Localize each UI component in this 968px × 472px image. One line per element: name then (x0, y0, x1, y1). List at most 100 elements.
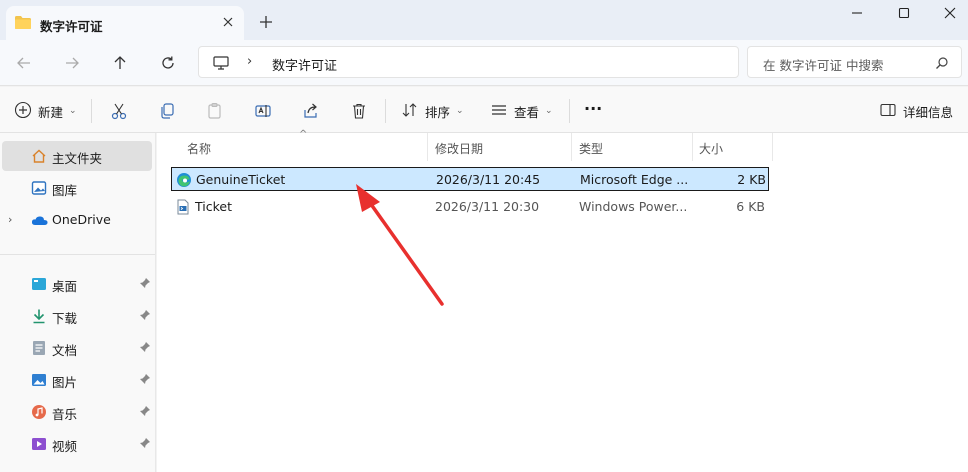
sidebar-item-desktop[interactable]: 桌面 (0, 269, 156, 299)
command-bar: 新建 ⌄ 排序 ⌄ 查看 ⌄ ··· 详细信息 (0, 87, 968, 133)
breadcrumb-current[interactable]: 数字许可证 (272, 55, 337, 74)
paste-icon[interactable] (206, 101, 224, 121)
new-button[interactable]: 新建 ⌄ (14, 101, 77, 121)
sort-button-label: 排序 (425, 104, 451, 120)
column-header: ^ 名称 修改日期 类型 大小 (157, 129, 968, 161)
column-type[interactable]: 类型 (579, 140, 603, 157)
file-type: Microsoft Edge ... (580, 172, 689, 187)
file-type: Windows Power... (579, 199, 688, 214)
sidebar-item-label: 桌面 (52, 279, 78, 294)
navigation-pane: 主文件夹 图库 › OneDrive 桌面 下载 文档 图片 音乐 视频 (0, 133, 156, 472)
column-divider[interactable] (571, 133, 572, 161)
pin-icon[interactable] (139, 309, 151, 321)
folder-icon (14, 15, 32, 33)
tab-digital-license[interactable]: 数字许可证 (6, 6, 244, 40)
cut-icon[interactable] (110, 101, 128, 121)
new-tab-icon[interactable] (258, 14, 274, 30)
file-date: 2026/3/11 20:30 (435, 199, 540, 214)
view-list-icon (490, 101, 508, 122)
navigation-bar: › 数字许可证 在 数字许可证 中搜索 (0, 40, 968, 86)
sidebar-item-music[interactable]: 音乐 (0, 397, 156, 427)
script-file-icon (175, 199, 191, 215)
pin-icon[interactable] (139, 341, 151, 353)
column-size[interactable]: 大小 (699, 140, 723, 157)
divider (569, 99, 570, 123)
sidebar-item-downloads[interactable]: 下载 (0, 301, 156, 331)
chevron-down-icon: ⌄ (69, 106, 77, 116)
column-date[interactable]: 修改日期 (435, 140, 483, 157)
computer-icon (212, 55, 230, 74)
sidebar-item-documents[interactable]: 文档 (0, 333, 156, 363)
annotation-arrow (356, 184, 444, 306)
rename-icon[interactable] (254, 101, 272, 121)
title-bar: 数字许可证 (0, 0, 968, 40)
breadcrumb-separator-icon[interactable]: › (247, 54, 252, 69)
pin-icon[interactable] (139, 437, 151, 449)
search-input[interactable]: 在 数字许可证 中搜索 (747, 46, 962, 78)
sidebar-item-label: 文档 (52, 343, 78, 358)
file-list: ^ 名称 修改日期 类型 大小 GenuineTicket 2026/3/11 … (157, 129, 968, 472)
details-button[interactable]: 详细信息 (879, 101, 953, 121)
column-name[interactable]: 名称 (187, 140, 211, 157)
sort-icon (401, 101, 419, 122)
file-size: 6 KB (736, 199, 765, 214)
maximize-icon[interactable] (893, 4, 915, 22)
gallery-icon (31, 180, 47, 196)
sidebar-item-gallery[interactable]: 图库 (0, 173, 156, 203)
view-button-label: 查看 (514, 104, 540, 120)
sidebar-item-label: 图片 (52, 375, 78, 390)
pin-icon[interactable] (139, 405, 151, 417)
sidebar-item-label: 下载 (52, 311, 78, 326)
close-window-icon[interactable] (939, 4, 961, 22)
divider (385, 99, 386, 123)
file-name: Ticket (195, 199, 232, 214)
desktop-icon (31, 276, 47, 292)
divider (91, 99, 92, 123)
close-tab-icon[interactable] (220, 14, 236, 30)
column-divider[interactable] (427, 133, 428, 161)
divider (0, 254, 155, 255)
sidebar-item-pictures[interactable]: 图片 (0, 365, 156, 395)
video-icon (31, 436, 47, 452)
home-icon (31, 148, 47, 164)
copy-icon[interactable] (158, 101, 176, 121)
document-icon (31, 340, 47, 356)
sidebar-item-label: 音乐 (52, 407, 78, 422)
chevron-down-icon: ⌄ (456, 106, 464, 116)
sidebar-item-videos[interactable]: 视频 (0, 429, 156, 459)
sidebar-item-home[interactable]: 主文件夹 (2, 141, 152, 171)
sort-button[interactable]: 排序 ⌄ (401, 101, 464, 121)
up-arrow-icon[interactable] (111, 54, 129, 72)
download-icon (31, 308, 47, 324)
share-icon[interactable] (302, 101, 320, 121)
sidebar-item-label: 视频 (52, 439, 78, 454)
chevron-right-icon[interactable]: › (8, 213, 12, 226)
new-button-label: 新建 (38, 104, 64, 120)
pictures-icon (31, 372, 47, 388)
file-name: GenuineTicket (196, 172, 286, 187)
details-button-label: 详细信息 (903, 104, 954, 120)
table-row[interactable]: GenuineTicket 2026/3/11 20:45 Microsoft … (171, 167, 769, 191)
column-divider[interactable] (772, 133, 773, 161)
minimize-icon[interactable] (846, 4, 868, 22)
sidebar-item-label: OneDrive (52, 212, 111, 227)
back-arrow-icon[interactable] (15, 54, 33, 72)
sort-ascending-icon: ^ (299, 129, 308, 140)
chevron-down-icon: ⌄ (545, 106, 553, 116)
search-icon (935, 56, 949, 73)
forward-arrow-icon[interactable] (63, 54, 81, 72)
pin-icon[interactable] (139, 373, 151, 385)
sidebar-item-label: 主文件夹 (52, 151, 103, 166)
address-bar[interactable]: › 数字许可证 (198, 46, 739, 78)
pin-icon[interactable] (139, 277, 151, 289)
delete-icon[interactable] (350, 101, 368, 121)
refresh-icon[interactable] (159, 54, 177, 72)
table-row[interactable]: Ticket 2026/3/11 20:30 Windows Power... … (171, 195, 769, 219)
more-options-icon[interactable]: ··· (584, 98, 602, 118)
search-placeholder: 在 数字许可证 中搜索 (763, 58, 884, 73)
file-size: 2 KB (737, 172, 766, 187)
column-divider[interactable] (692, 133, 693, 161)
sidebar-item-onedrive[interactable]: › OneDrive (0, 205, 156, 235)
view-button[interactable]: 查看 ⌄ (490, 101, 553, 121)
sidebar-item-label: 图库 (52, 183, 78, 198)
